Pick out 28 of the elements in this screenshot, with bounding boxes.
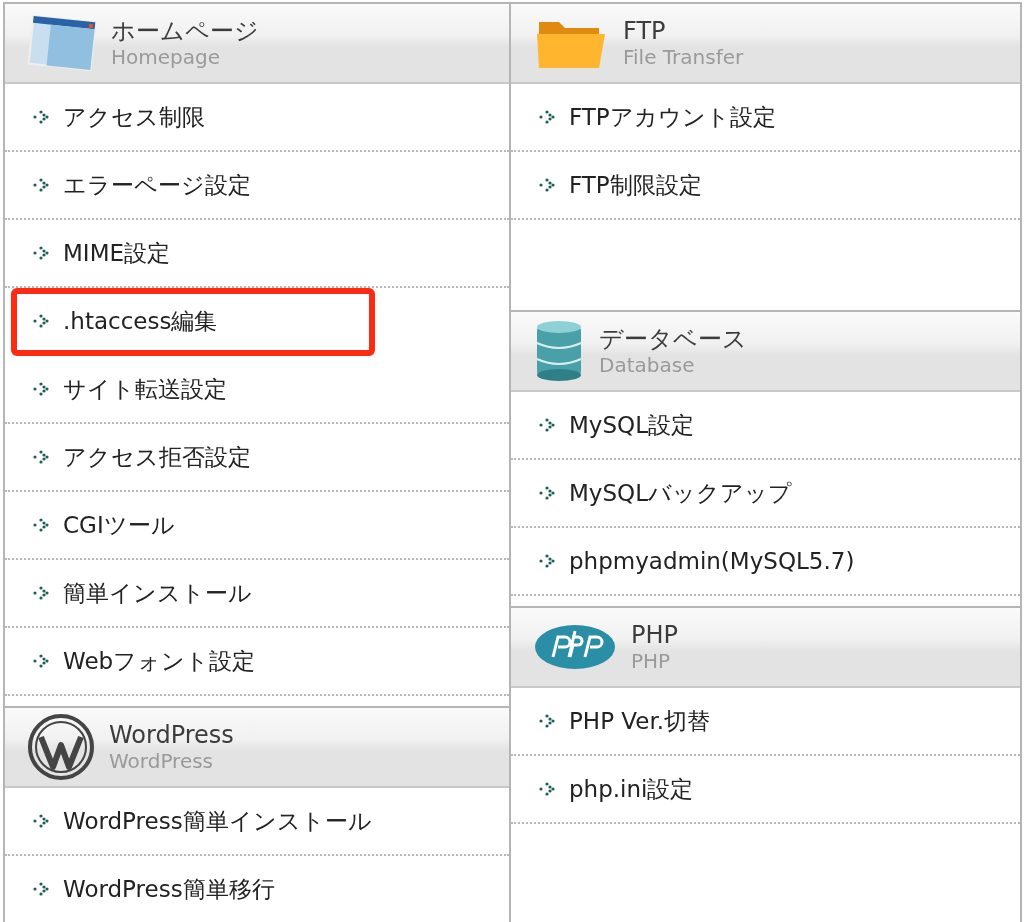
- section-subtitle: PHP: [631, 649, 672, 673]
- menu-link[interactable]: 簡単インストール: [5, 560, 509, 628]
- menu-link[interactable]: MySQLバックアップ: [511, 460, 1020, 528]
- menu-link[interactable]: php.ini設定: [511, 756, 1020, 824]
- menu-link[interactable]: CGIツール: [5, 492, 509, 560]
- menu-link[interactable]: エラーページ設定: [5, 152, 509, 220]
- menu-link[interactable]: phpmyadmin(MySQL5.7): [511, 528, 1020, 596]
- menu-link[interactable]: WordPress簡単インストール: [5, 788, 509, 856]
- menu-link[interactable]: WordPress簡単移行: [5, 856, 509, 922]
- menu-link[interactable]: MIME設定: [5, 220, 509, 288]
- section-subtitle: File Transfer: [623, 45, 744, 69]
- section-title: ホームページ: [111, 17, 259, 45]
- menu-link[interactable]: アクセス制限: [5, 84, 509, 152]
- section-title: FTP: [623, 17, 667, 45]
- menu-link[interactable]: PHP Ver.切替: [511, 688, 1020, 756]
- menu-link[interactable]: Webフォント設定: [5, 628, 509, 696]
- section-title: データベース: [599, 325, 747, 353]
- menu-link[interactable]: FTPアカウント設定: [511, 84, 1020, 152]
- menu-link[interactable]: FTP制限設定: [511, 152, 1020, 220]
- menu-link[interactable]: MySQL設定: [511, 392, 1020, 460]
- highlighted-menu-link[interactable]: .htaccess編集: [11, 288, 375, 356]
- section-subtitle: Database: [599, 353, 696, 377]
- menu-link[interactable]: アクセス拒否設定: [5, 424, 509, 492]
- section-title: WordPress: [109, 721, 234, 749]
- section-subtitle: WordPress: [109, 749, 215, 773]
- menu-link[interactable]: サイト転送設定: [5, 356, 509, 424]
- section-subtitle: Homepage: [111, 45, 221, 69]
- section-title: PHP: [631, 621, 678, 649]
